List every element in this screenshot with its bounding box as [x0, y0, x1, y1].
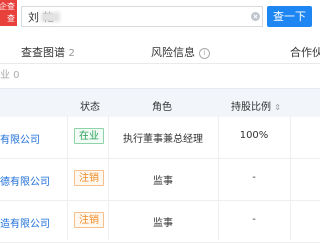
- header-status: 状态: [80, 102, 100, 113]
- tab-graph-label: 查查图谱: [21, 46, 65, 59]
- header-ratio[interactable]: 持股比例 ⇕: [231, 98, 281, 113]
- search-button[interactable]: 查一下: [267, 6, 312, 27]
- table-row: 造有限公司 注销 监事 -: [0, 200, 320, 243]
- logo-line-2: 查: [7, 14, 15, 23]
- company-link[interactable]: 德有限公司: [0, 173, 50, 188]
- ratio-cell: -: [252, 172, 256, 183]
- header-role: 角色: [152, 102, 172, 113]
- table-header: 状态 角色 持股比例 ⇕: [0, 88, 320, 117]
- clear-icon[interactable]: [251, 12, 260, 21]
- table-row: 有限公司 在业 执行董事兼总经理 100%: [0, 116, 320, 159]
- tab-graph-count: 2: [68, 48, 75, 59]
- company-link[interactable]: 造有限公司: [0, 215, 50, 230]
- brand-logo[interactable]: 企查 查: [0, 0, 17, 26]
- status-badge: 在业: [74, 128, 104, 144]
- company-link[interactable]: 有限公司: [0, 131, 40, 146]
- ratio-cell: 100%: [239, 130, 269, 141]
- redacted-character: [41, 12, 60, 22]
- header-ratio-label: 持股比例: [231, 102, 271, 113]
- role-cell: 监事: [153, 176, 173, 187]
- sort-icon[interactable]: ⇕: [274, 103, 281, 112]
- status-badge: 注销: [74, 212, 104, 228]
- tab-risk[interactable]: 风险信息 i: [151, 44, 210, 60]
- tab-graph[interactable]: 查查图谱 2: [21, 44, 75, 60]
- result-count: 业 0: [0, 70, 20, 81]
- info-icon[interactable]: i: [199, 48, 210, 59]
- role-cell: 监事: [153, 218, 173, 229]
- search-box: [21, 6, 263, 27]
- top-bar: 企查 查 查一下: [0, 0, 320, 36]
- logo-line-1: 企查: [0, 2, 15, 11]
- status-badge: 注销: [74, 170, 104, 186]
- role-cell: 执行董事兼总经理: [123, 134, 203, 145]
- table-row: 德有限公司 注销 监事 -: [0, 158, 320, 201]
- tab-risk-label: 风险信息: [151, 46, 195, 59]
- ratio-cell: -: [252, 214, 256, 225]
- tab-partners-label: 合作伙: [290, 46, 320, 59]
- tab-partners[interactable]: 合作伙: [290, 44, 320, 60]
- tab-bar: 查查图谱 2 风险信息 i 合作伙: [0, 36, 320, 64]
